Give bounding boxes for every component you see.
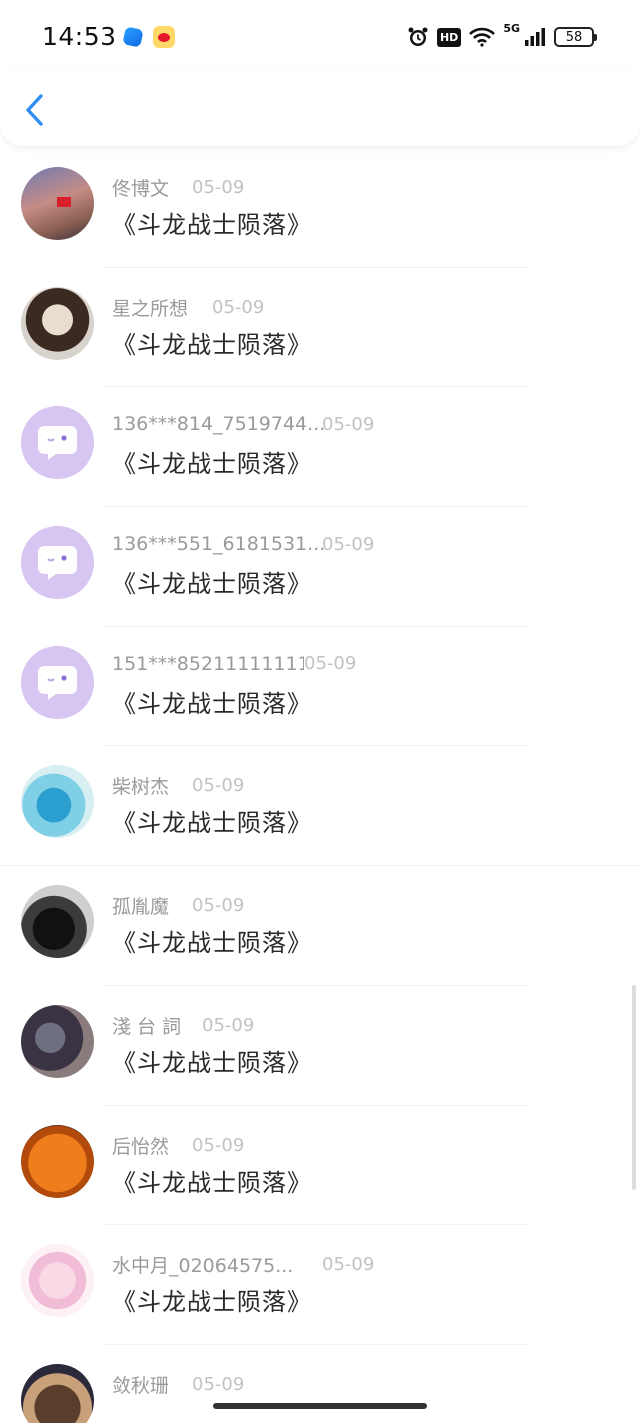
user-name: 孤胤魔 bbox=[112, 896, 170, 919]
message-title: 《斗龙战士陨落》 bbox=[112, 929, 312, 958]
default-avatar-icon[interactable] bbox=[21, 645, 94, 719]
status-icons: HD 5G 58 bbox=[407, 22, 597, 50]
status-time: 14:53 bbox=[42, 22, 117, 51]
list-item[interactable]: 星之所想 05-09 《斗龙战士陨落》 bbox=[0, 268, 640, 388]
header-bar bbox=[0, 72, 640, 146]
user-name: 136***551_6181531... bbox=[112, 533, 326, 556]
avatar[interactable] bbox=[21, 1004, 94, 1078]
user-name: 淺 台 詞 bbox=[112, 1015, 182, 1038]
weibo-notification-icon bbox=[153, 26, 175, 48]
list-item[interactable]: 柴树杰 05-09 《斗龙战士陨落》 bbox=[0, 746, 640, 867]
scrollbar[interactable] bbox=[632, 985, 636, 1190]
back-arrow-icon[interactable] bbox=[22, 92, 50, 128]
message-title: 《斗龙战士陨落》 bbox=[112, 689, 312, 718]
message-title: 《斗龙战士陨落》 bbox=[112, 1048, 312, 1077]
list-item[interactable]: 水中月_02064575... 05-09 《斗龙战士陨落》 bbox=[0, 1225, 640, 1345]
signal-icon bbox=[524, 27, 546, 47]
list-item[interactable]: 后怡然 05-09 《斗龙战士陨落》 bbox=[0, 1106, 640, 1226]
message-title: 《斗龙战士陨落》 bbox=[112, 211, 312, 239]
network-type-label: 5G bbox=[503, 22, 520, 35]
message-title: 《斗龙战士陨落》 bbox=[112, 1288, 312, 1317]
message-list: 佟博文 05-09 《斗龙战士陨落》 星之所想 05-09 《斗龙战士陨落》 1… bbox=[0, 148, 640, 1423]
message-title: 《斗龙战士陨落》 bbox=[112, 450, 312, 479]
battery-indicator: 58 bbox=[554, 27, 597, 47]
user-name: 星之所想 bbox=[112, 297, 189, 320]
message-date: 05-09 bbox=[322, 533, 375, 555]
avatar[interactable] bbox=[21, 167, 94, 240]
avatar[interactable] bbox=[21, 286, 94, 360]
list-item[interactable]: 孤胤魔 05-09 《斗龙战士陨落》 bbox=[0, 866, 640, 986]
message-date: 05-09 bbox=[192, 775, 245, 797]
alarm-icon bbox=[407, 26, 429, 48]
list-item[interactable]: 敛秋珊 05-09 bbox=[0, 1345, 640, 1423]
message-date: 05-09 bbox=[192, 1134, 245, 1156]
default-avatar-icon[interactable] bbox=[21, 406, 94, 480]
message-date: 05-09 bbox=[192, 1373, 245, 1395]
wifi-icon bbox=[469, 27, 496, 47]
message-date: 05-09 bbox=[322, 1254, 375, 1276]
hd-icon: HD bbox=[436, 27, 462, 47]
home-indicator[interactable] bbox=[213, 1403, 427, 1409]
message-date: 05-09 bbox=[192, 177, 245, 198]
message-date: 05-09 bbox=[202, 1014, 255, 1036]
user-name: 151***85211111111111 bbox=[112, 652, 304, 675]
message-title: 《斗龙战士陨落》 bbox=[112, 1168, 312, 1197]
user-name: 后怡然 bbox=[112, 1135, 170, 1158]
avatar[interactable] bbox=[21, 1244, 94, 1318]
message-title: 《斗龙战士陨落》 bbox=[112, 330, 312, 359]
user-name: 佟博文 bbox=[112, 178, 170, 200]
list-item[interactable]: 佟博文 05-09 《斗龙战士陨落》 bbox=[0, 148, 640, 268]
list-item[interactable]: 136***814_7519744... 05-09 《斗龙战士陨落》 bbox=[0, 387, 640, 508]
message-title: 《斗龙战士陨落》 bbox=[112, 809, 312, 838]
avatar[interactable] bbox=[21, 1363, 94, 1423]
avatar[interactable] bbox=[21, 765, 94, 839]
user-name: 136***814_7519744... bbox=[112, 413, 326, 436]
message-date: 05-09 bbox=[192, 895, 245, 917]
message-date: 05-09 bbox=[212, 296, 265, 318]
list-item[interactable]: 淺 台 詞 05-09 《斗龙战士陨落》 bbox=[0, 986, 640, 1106]
avatar[interactable] bbox=[21, 885, 94, 959]
message-date: 05-09 bbox=[322, 413, 375, 435]
list-item[interactable]: 151***85211111111111 05-09 《斗龙战士陨落》 bbox=[0, 627, 640, 747]
app-notification-icon bbox=[122, 26, 144, 48]
default-avatar-icon[interactable] bbox=[21, 526, 94, 600]
list-item[interactable]: 136***551_6181531... 05-09 《斗龙战士陨落》 bbox=[0, 507, 640, 627]
user-name: 水中月_02064575... bbox=[112, 1255, 294, 1278]
avatar[interactable] bbox=[21, 1124, 94, 1198]
status-bar: 14:53 HD 5G 58 bbox=[0, 0, 640, 72]
user-name: 柴树杰 bbox=[112, 776, 170, 799]
user-name: 敛秋珊 bbox=[112, 1374, 170, 1397]
screen: 14:53 HD 5G 58 佟博文 05-09 《斗龙战士陨落》 星之所想 0… bbox=[0, 0, 640, 1423]
message-date: 05-09 bbox=[304, 653, 357, 675]
message-title: 《斗龙战士陨落》 bbox=[112, 570, 312, 599]
